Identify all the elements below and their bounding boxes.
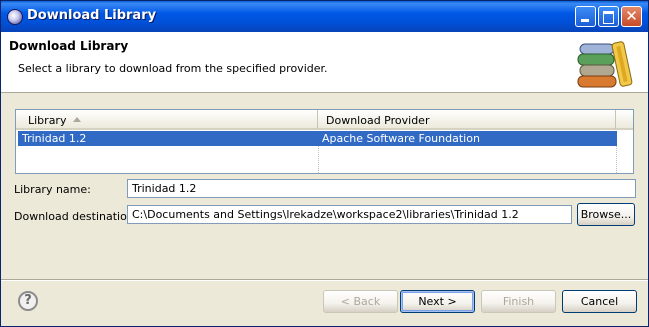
wizard-header: Download Library Select a library to dow… — [1, 32, 648, 93]
title-bar[interactable]: Download Library ✕ — [1, 1, 648, 32]
window-title: Download Library — [27, 8, 157, 23]
maximize-icon — [603, 11, 614, 24]
finish-button[interactable]: Finish — [481, 290, 556, 313]
column-divider — [318, 146, 319, 173]
eclipse-icon — [7, 9, 23, 25]
column-header-filler — [616, 110, 633, 130]
library-name-field[interactable]: Trinidad 1.2 — [127, 179, 636, 198]
help-icon[interactable]: ? — [18, 291, 38, 311]
page-title: Download Library — [9, 39, 129, 53]
download-destination-label: Download destination: — [14, 210, 138, 223]
sort-ascending-icon — [73, 117, 81, 122]
cell-library: Trinidad 1.2 — [22, 132, 87, 145]
minimize-icon — [581, 19, 589, 22]
back-button[interactable]: < Back — [323, 290, 398, 313]
library-table[interactable]: Library Download Provider Trinidad 1.2 A… — [15, 109, 634, 174]
cancel-button[interactable]: Cancel — [562, 290, 637, 313]
download-destination-field[interactable]: C:\Documents and Settings\lrekadze\works… — [127, 205, 572, 224]
column-header-provider-label: Download Provider — [326, 114, 430, 127]
table-row[interactable]: Trinidad 1.2 Apache Software Foundation — [18, 131, 617, 146]
close-icon: ✕ — [625, 7, 638, 25]
browse-button[interactable]: Browse... — [577, 203, 635, 226]
button-separator — [1, 279, 648, 281]
column-header-library[interactable]: Library — [16, 110, 318, 130]
books-icon — [577, 41, 633, 88]
close-button[interactable]: ✕ — [621, 6, 642, 27]
next-button[interactable]: Next > — [400, 290, 475, 313]
column-divider — [616, 146, 617, 173]
page-description: Select a library to download from the sp… — [18, 62, 328, 75]
column-header-provider[interactable]: Download Provider — [318, 110, 616, 130]
library-name-label: Library name: — [14, 183, 91, 196]
maximize-button[interactable] — [598, 6, 619, 27]
cell-provider: Apache Software Foundation — [322, 132, 480, 145]
minimize-button[interactable] — [575, 6, 596, 27]
download-library-dialog: Download Library ✕ Download Library Sele… — [0, 0, 649, 327]
column-header-library-label: Library — [28, 114, 67, 127]
